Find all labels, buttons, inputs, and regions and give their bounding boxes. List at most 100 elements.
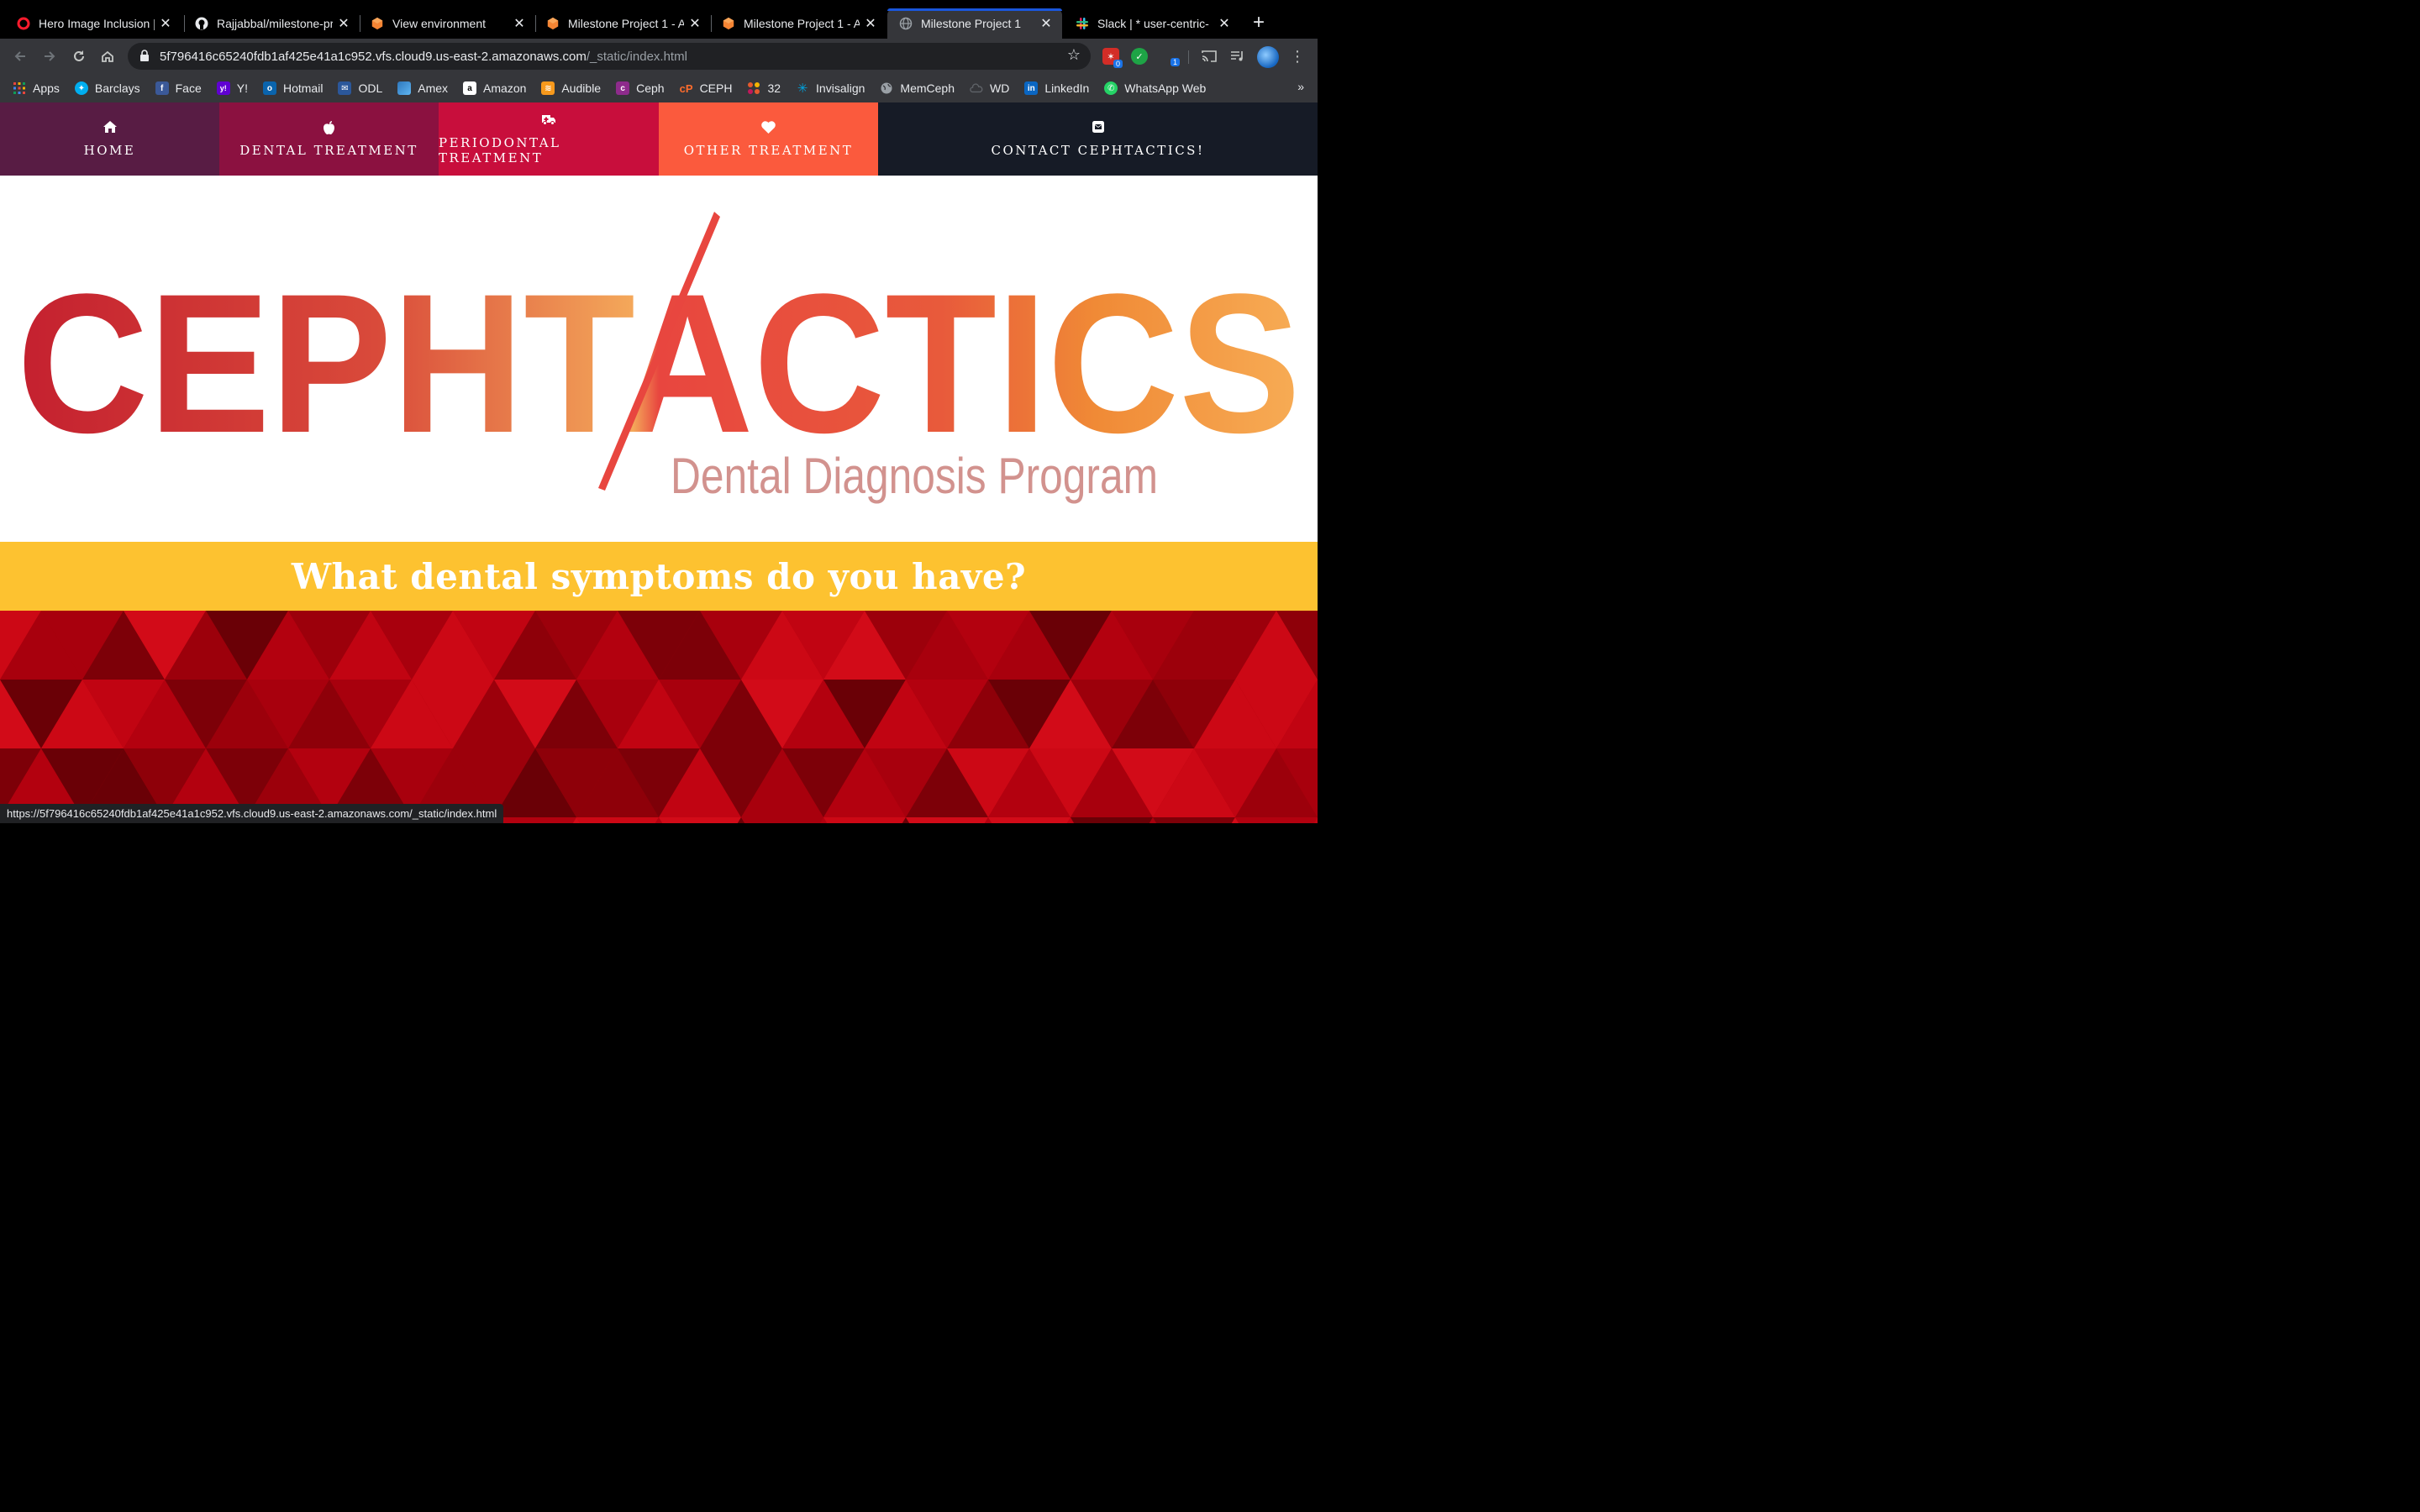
close-icon[interactable]: ✕ <box>336 15 351 32</box>
nav-label: DENTAL TREATMENT <box>239 142 418 158</box>
close-icon[interactable]: ✕ <box>1039 15 1054 32</box>
globe-icon <box>899 17 913 30</box>
bookmark-memceph[interactable]: MemCeph <box>880 81 955 95</box>
cast-icon[interactable] <box>1201 48 1218 65</box>
tab-github[interactable]: Rajjabbal/milestone-pr ✕ <box>183 8 360 39</box>
hero-logo-section: CEPHTACTICS Dental Diagnosis Program <box>0 176 1318 542</box>
bookmark-odl[interactable]: ✉ ODL <box>338 81 382 95</box>
bookmark-star-icon[interactable]: ☆ <box>1067 46 1081 64</box>
star-burst-icon: ✳ <box>797 81 808 96</box>
bookmark-barclays[interactable]: ✦ Barclays <box>74 81 140 95</box>
eagle-icon: ✦ <box>74 81 88 95</box>
bookmark-yahoo[interactable]: y! Y! <box>216 81 248 95</box>
url-host: 5f796416c65240fdb1af425e41a1c952.vfs.clo… <box>160 49 587 64</box>
bookmark-audible[interactable]: ≋ Audible <box>541 81 601 95</box>
aws-cube-icon <box>371 17 384 30</box>
bookmark-invisalign[interactable]: ✳ Invisalign <box>796 81 865 96</box>
profile-avatar[interactable] <box>1257 46 1279 68</box>
nav-label: HOME <box>83 142 136 158</box>
tab-title: View environment <box>392 17 487 30</box>
outlook-icon: o <box>262 81 276 95</box>
logo-tagline: Dental Diagnosis Program <box>671 448 1158 504</box>
bookmark-whatsapp[interactable]: ✆ WhatsApp Web <box>1104 81 1206 95</box>
tabs-extension-icon[interactable]: 1 <box>1161 48 1180 66</box>
back-button[interactable] <box>9 45 31 67</box>
reload-button[interactable] <box>68 45 90 67</box>
close-icon[interactable]: ✕ <box>512 15 527 32</box>
bookmark-amazon[interactable]: a Amazon <box>463 81 526 95</box>
red-triangle-pattern <box>0 611 1318 823</box>
bookmark-face[interactable]: f Face <box>155 81 202 95</box>
bookmark-wd[interactable]: WD <box>970 81 1009 95</box>
bookmark-label: Invisalign <box>816 81 865 95</box>
apps-grid-icon <box>13 81 26 95</box>
close-icon[interactable]: ✕ <box>863 15 878 32</box>
amex-icon <box>397 81 412 95</box>
apple-icon <box>324 120 334 136</box>
cloud-icon <box>970 81 983 95</box>
close-icon[interactable]: ✕ <box>687 15 702 32</box>
pattern-triangle <box>906 817 988 823</box>
nav-dental-treatment[interactable]: DENTAL TREATMENT <box>219 102 439 176</box>
extension-badge: 1 <box>1170 58 1180 66</box>
chevron-double-right-icon[interactable]: » <box>1297 80 1304 93</box>
tab-title: Slack | * user-centric- <box>1097 17 1209 30</box>
pattern-triangle <box>659 817 741 823</box>
yahoo-icon: y! <box>216 81 230 95</box>
aws-cube-icon <box>546 17 560 30</box>
envelope-icon <box>1092 120 1104 136</box>
bookmark-hotmail[interactable]: o Hotmail <box>262 81 323 95</box>
bookmark-amex[interactable]: Amex <box>397 81 448 95</box>
lastpass-icon[interactable]: ✶ 0 <box>1102 48 1123 68</box>
bookmark-ceph[interactable]: c Ceph <box>616 81 665 95</box>
tab-title: Hero Image Inclusion | <box>39 17 155 30</box>
symptoms-banner: What dental symptoms do you have? <box>0 542 1318 611</box>
browser-toolbar: 5f796416c65240fdb1af425e41a1c952.vfs.clo… <box>0 39 1318 74</box>
nav-label: CONTACT CEPHTACTICS! <box>991 142 1205 158</box>
pattern-triangle <box>988 817 1071 823</box>
forward-button[interactable] <box>39 45 60 67</box>
nav-label: OTHER TREATMENT <box>683 142 854 158</box>
opera-icon <box>17 17 30 30</box>
bookmark-label: Y! <box>236 81 248 95</box>
home-button[interactable] <box>97 45 118 67</box>
bookmark-label: MemCeph <box>900 81 955 95</box>
bookmark-ceph-upper[interactable]: cP CEPH <box>680 81 733 95</box>
nav-periodontal-treatment[interactable]: PERIODONTAL TREATMENT <box>439 102 659 176</box>
bookmark-label: Audible <box>561 81 602 95</box>
close-icon[interactable]: ✕ <box>158 15 173 32</box>
kebab-menu-icon[interactable]: ⋮ <box>1289 48 1306 65</box>
new-tab-button[interactable]: + <box>1249 10 1269 35</box>
close-icon[interactable]: ✕ <box>1217 15 1232 32</box>
tab-slack[interactable]: Slack | * user-centric- ✕ <box>1064 8 1240 39</box>
tab-view-environment[interactable]: View environment ✕ <box>359 8 535 39</box>
tab-milestone-b[interactable]: Milestone Project 1 - A ✕ <box>710 8 886 39</box>
tab-milestone-active[interactable]: Milestone Project 1 ✕ <box>887 8 1062 39</box>
github-icon <box>195 17 208 30</box>
slack-icon <box>1076 17 1089 30</box>
tab-hero-image[interactable]: Hero Image Inclusion | ✕ <box>5 8 182 39</box>
address-bar[interactable]: 5f796416c65240fdb1af425e41a1c952.vfs.clo… <box>128 43 1091 70</box>
bookmark-32[interactable]: 32 <box>747 81 781 95</box>
puzzle-icon <box>747 81 760 95</box>
aws-cube-icon <box>722 17 735 30</box>
extension-badge: 0 <box>1113 60 1123 68</box>
tab-milestone-a[interactable]: Milestone Project 1 - A ✕ <box>534 8 711 39</box>
media-control-icon[interactable] <box>1229 48 1246 65</box>
nav-home[interactable]: HOME <box>0 102 219 176</box>
bookmark-label: Amex <box>418 81 449 95</box>
bookmark-apps[interactable]: Apps <box>13 81 60 95</box>
pattern-triangle <box>576 817 659 823</box>
tab-title: Rajjabbal/milestone-pr <box>217 17 333 30</box>
bookmark-linkedin[interactable]: in LinkedIn <box>1024 81 1089 95</box>
tab-title: Milestone Project 1 - A <box>744 17 860 30</box>
amazon-icon: a <box>463 81 477 95</box>
pattern-triangle <box>823 817 906 823</box>
triangle-pattern-graphic <box>0 611 1318 823</box>
checkmark-icon[interactable]: ✓ <box>1131 48 1148 65</box>
lock-icon <box>139 49 151 64</box>
nav-label: PERIODONTAL TREATMENT <box>439 134 561 165</box>
url-path: /_static/index.html <box>586 49 687 64</box>
nav-contact[interactable]: CONTACT CEPHTACTICS! <box>878 102 1318 176</box>
nav-other-treatment[interactable]: OTHER TREATMENT <box>659 102 878 176</box>
